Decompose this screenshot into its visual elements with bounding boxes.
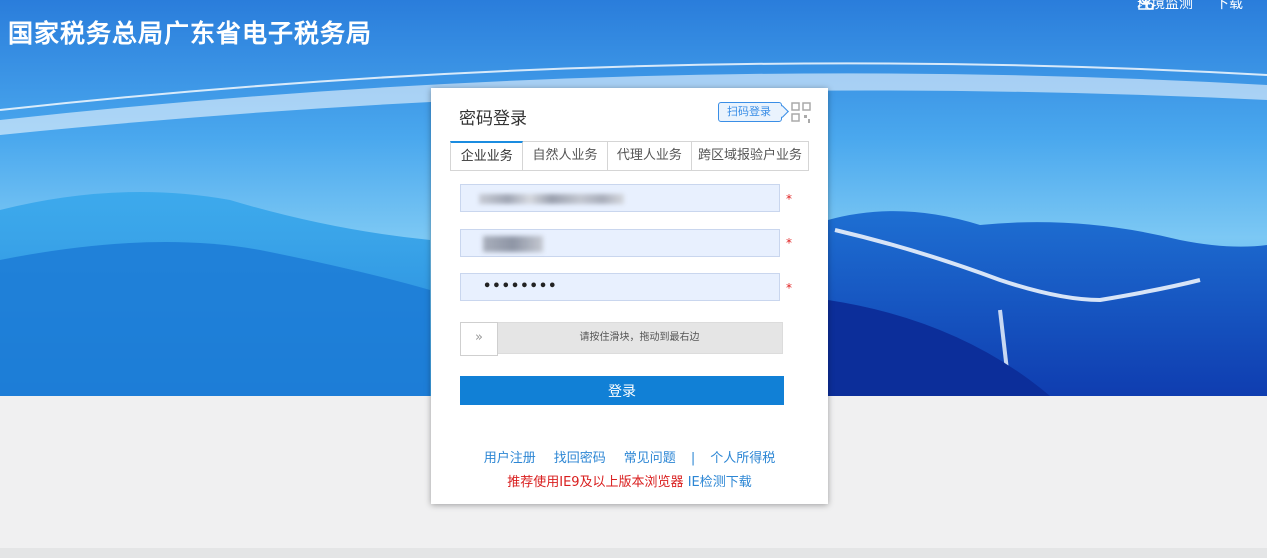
login-card: 密码登录 扫码登录 企业业务 自然人业务 代理人业务 跨区域报验户业务 * * … bbox=[431, 88, 828, 504]
required-mark: * bbox=[786, 281, 792, 295]
download-link[interactable]: 下载 bbox=[1138, 0, 1243, 13]
register-link[interactable]: 用户注册 bbox=[484, 451, 536, 466]
site-title: 国家税务总局广东省电子税务局 bbox=[8, 19, 373, 48]
slide-verify: » 请按住滑块，拖动到最右边 bbox=[460, 322, 783, 356]
link-separator: | bbox=[690, 451, 696, 466]
slider-handle[interactable]: » bbox=[460, 322, 498, 356]
redacted-value bbox=[479, 194, 624, 204]
tab-enterprise[interactable]: 企业业务 bbox=[450, 141, 524, 170]
footer-strip bbox=[0, 548, 1267, 558]
ie-check-link[interactable]: IE检测下载 bbox=[688, 475, 752, 490]
forgot-password-link[interactable]: 找回密码 bbox=[554, 451, 606, 466]
tab-natural-person[interactable]: 自然人业务 bbox=[523, 141, 608, 170]
download-icon bbox=[1138, 0, 1154, 10]
login-button[interactable]: 登录 bbox=[460, 376, 784, 405]
required-mark: * bbox=[786, 236, 792, 250]
tab-agent[interactable]: 代理人业务 bbox=[607, 141, 692, 170]
slider-hint: 请按住滑块，拖动到最右边 bbox=[579, 332, 700, 343]
browser-recommend-text: 推荐使用IE9及以上版本浏览器 bbox=[507, 475, 684, 490]
password-input[interactable]: •••••••• bbox=[460, 273, 780, 301]
business-tabs: 企业业务 自然人业务 代理人业务 跨区域报验户业务 bbox=[450, 141, 809, 171]
browser-notice: 推荐使用IE9及以上版本浏览器 IE检测下载 bbox=[431, 471, 828, 490]
footer-links: 用户注册 找回密码 常见问题 | 个人所得税 bbox=[431, 447, 828, 466]
qr-login-badge[interactable]: 扫码登录 bbox=[718, 102, 782, 122]
personal-tax-link[interactable]: 个人所得税 bbox=[710, 451, 775, 466]
qr-code-icon[interactable] bbox=[791, 102, 811, 124]
account-input[interactable] bbox=[460, 184, 780, 212]
top-nav: 环境监测 下载 bbox=[1137, 0, 1243, 13]
faq-link[interactable]: 常见问题 bbox=[624, 451, 676, 466]
username-input[interactable] bbox=[460, 229, 780, 257]
redacted-value bbox=[483, 236, 543, 252]
card-title: 密码登录 bbox=[459, 109, 527, 129]
required-mark: * bbox=[786, 192, 792, 206]
download-label: 下载 bbox=[1215, 0, 1243, 12]
tab-cross-region[interactable]: 跨区域报验户业务 bbox=[691, 141, 809, 170]
